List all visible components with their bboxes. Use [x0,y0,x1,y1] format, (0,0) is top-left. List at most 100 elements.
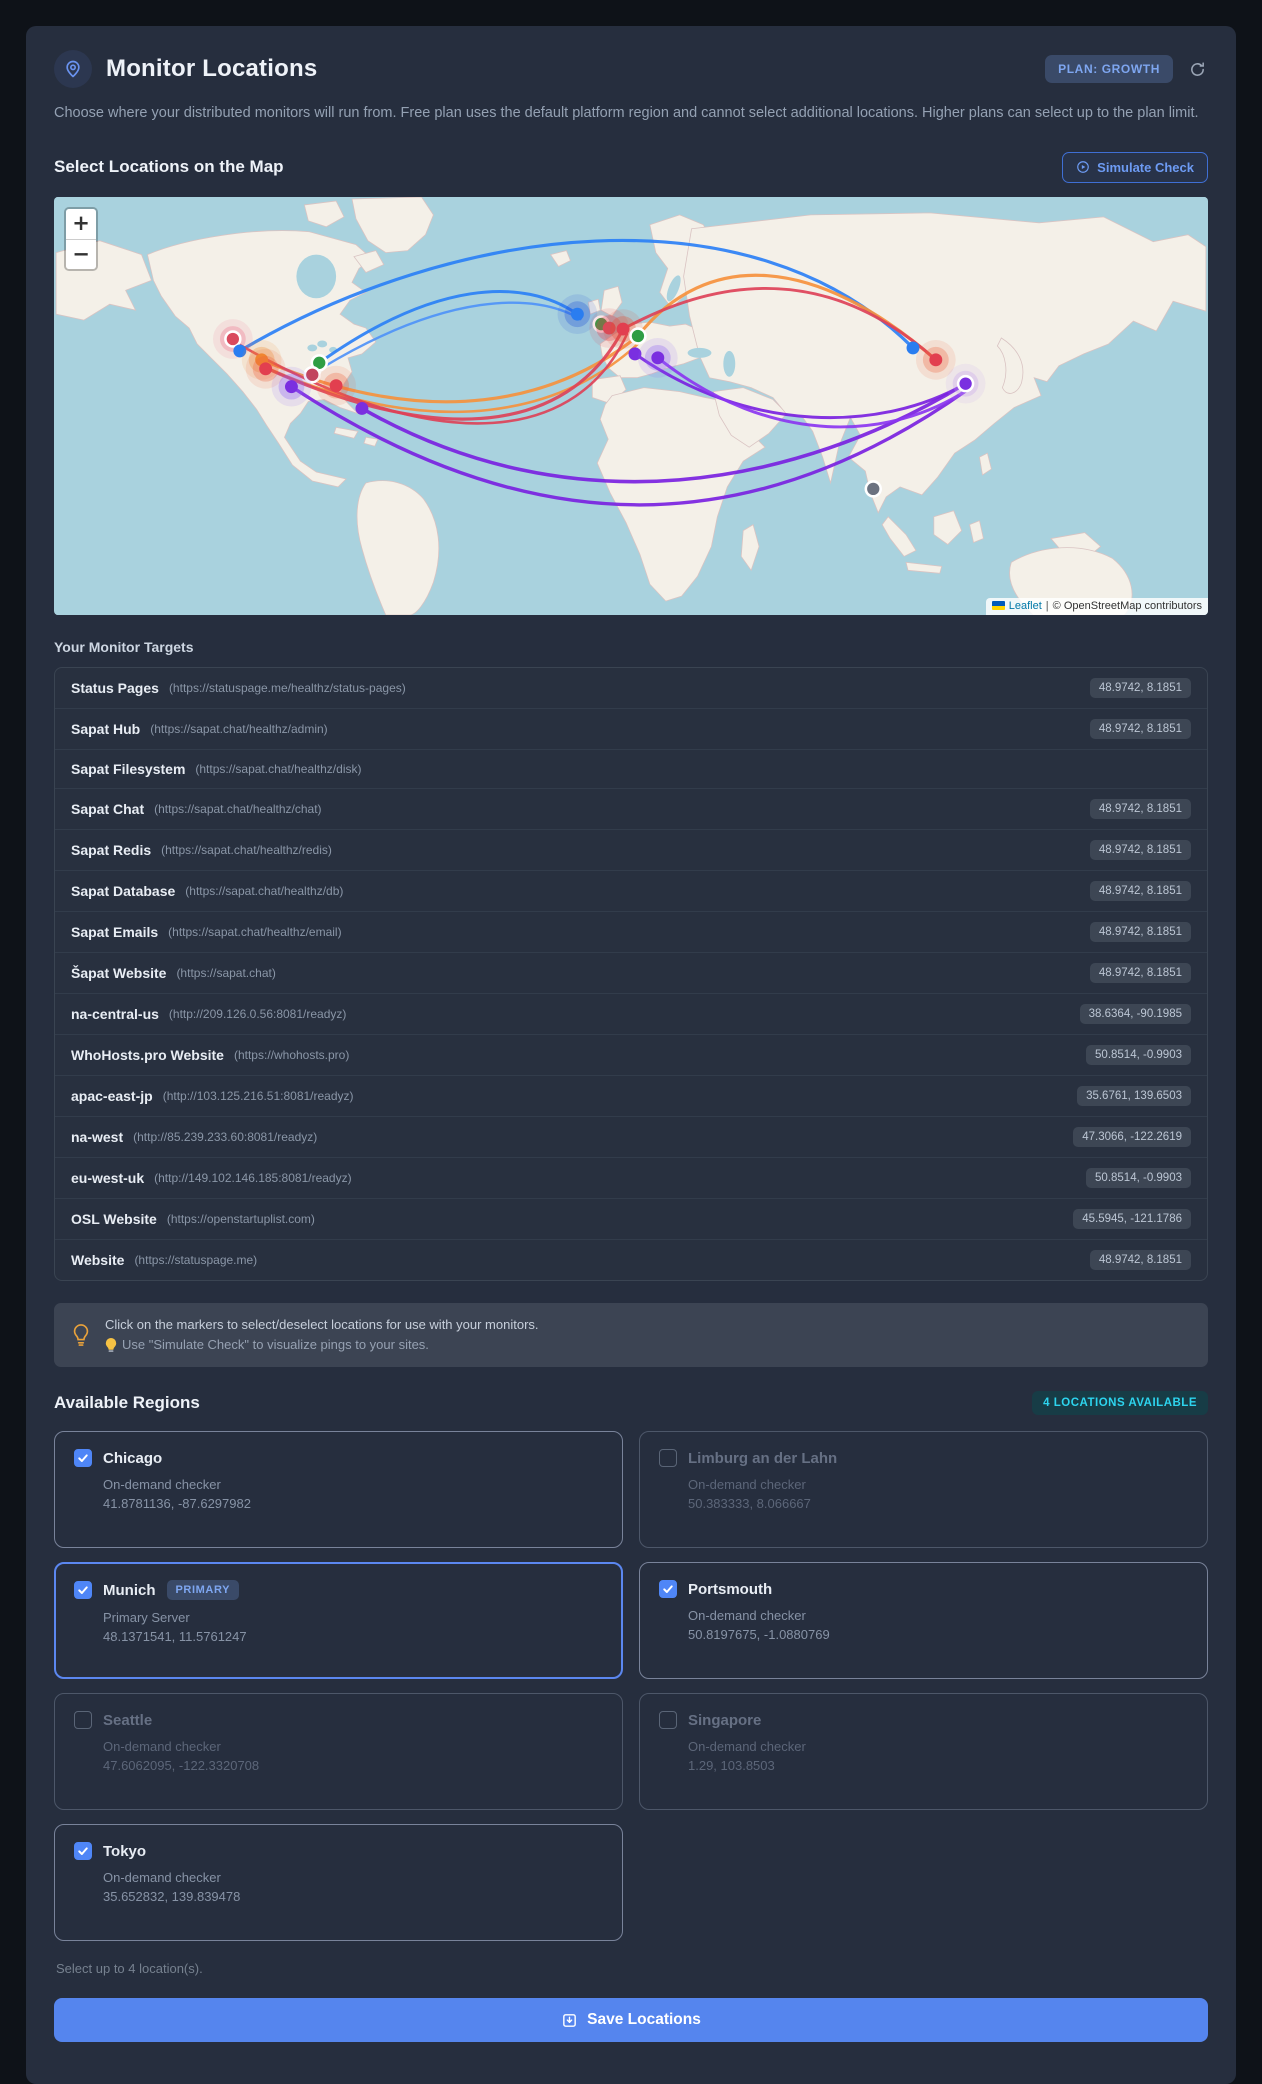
region-name: Singapore [688,1711,762,1729]
target-url: (http://209.126.0.56:8081/readyz) [168,1006,347,1021]
map-marker[interactable] [259,362,273,376]
map-marker[interactable] [570,307,584,321]
page-title: Monitor Locations [106,55,318,82]
target-url: (https://sapat.chat/healthz/disk) [195,761,362,776]
leaflet-map[interactable]: + − Leaflet | © OpenStreetMap contributo… [54,196,1208,615]
check-icon [78,1586,88,1595]
region-card[interactable]: Chicago On-demand checker 41.8781136, -8… [54,1431,623,1549]
target-coordinates-badge: 48.9742, 8.1851 [1089,880,1191,901]
region-card[interactable]: Portsmouth On-demand checker 50.8197675,… [639,1562,1208,1680]
targets-heading: Your Monitor Targets [54,638,194,655]
target-url: (https://statuspage.me) [134,1252,258,1267]
region-checkbox[interactable] [74,1842,92,1861]
region-card[interactable]: Munich PRIMARY Primary Server 48.1371541… [54,1562,623,1680]
target-coordinates-badge: 45.5945, -121.1786 [1073,1208,1191,1229]
region-card[interactable]: Limburg an der Lahn On-demand checker 50… [639,1431,1208,1549]
region-subtitle: On-demand checker [103,1477,221,1493]
map-marker[interactable] [616,322,630,336]
table-row: OSL Website (https://openstartuplist.com… [55,1197,1207,1239]
simulate-check-button[interactable]: Simulate Check [1062,151,1208,183]
region-checkbox[interactable] [659,1449,677,1468]
target-url: (https://openstartuplist.com) [166,1211,315,1226]
map-section-title: Select Locations on the Map [54,157,284,177]
monitor-targets-list: Status Pages (https://statuspage.me/heal… [54,666,1208,1281]
target-url: (https://sapat.chat/healthz/email) [168,924,342,939]
region-checkbox[interactable] [74,1711,92,1730]
locations-available-badge: 4 LOCATIONS AVAILABLE [1032,1391,1208,1416]
region-card[interactable]: Tokyo On-demand checker 35.652832, 139.8… [54,1824,623,1942]
map-pin-icon [54,50,92,88]
region-card[interactable]: Singapore On-demand checker 1.29, 103.85… [639,1693,1208,1811]
region-checkbox[interactable] [659,1711,677,1730]
primary-badge: PRIMARY [166,1580,240,1601]
region-name: Munich [103,1581,156,1599]
table-row: Šapat Website (https://sapat.chat) 48.97… [55,951,1207,993]
region-name: Tokyo [103,1842,147,1860]
save-locations-button[interactable]: Save Locations [54,1998,1208,2043]
target-name: Status Pages [71,679,159,696]
map-marker[interactable] [651,351,665,365]
region-checkbox[interactable] [659,1580,677,1599]
region-card[interactable]: Seattle On-demand checker 47.6062095, -1… [54,1693,623,1811]
target-name: Sapat Emails [71,923,159,940]
region-checkbox[interactable] [74,1581,92,1600]
target-name: WhoHosts.pro Website [71,1046,224,1063]
target-name: Sapat Filesystem [71,760,186,777]
save-icon [563,2013,577,2027]
map-marker[interactable] [224,330,242,348]
refresh-icon[interactable] [1187,59,1208,80]
target-coordinates-badge: 48.9742, 8.1851 [1089,798,1191,819]
target-name: eu-west-uk [71,1169,145,1186]
region-coordinates: 35.652832, 139.839478 [103,1889,241,1905]
map-zoom-control: + − [64,206,98,271]
target-url: (https://sapat.chat) [176,965,276,980]
world-map-svg [55,196,1207,615]
target-coordinates-badge: 48.9742, 8.1851 [1089,921,1191,942]
region-coordinates: 41.8781136, -87.6297982 [103,1496,251,1512]
map-marker[interactable] [956,374,975,393]
target-coordinates-badge: 50.8514, -0.9903 [1086,1167,1191,1188]
ukraine-flag-icon [991,601,1005,611]
region-name: Chicago [103,1449,163,1467]
map-marker[interactable] [864,480,882,498]
region-subtitle: On-demand checker [103,1739,221,1755]
map-marker[interactable] [329,379,343,393]
region-coordinates: 50.8197675, -1.0880769 [688,1627,830,1643]
table-row: Sapat Hub (https://sapat.chat/healthz/ad… [55,707,1207,749]
target-name: Sapat Redis [71,841,152,858]
target-coordinates-badge: 38.6364, -90.1985 [1079,1003,1191,1024]
target-coordinates-badge: 35.6761, 139.6503 [1077,1085,1191,1106]
region-subtitle: On-demand checker [688,1477,806,1493]
target-coordinates-badge: 48.9742, 8.1851 [1089,677,1191,698]
target-coordinates-badge: 48.9742, 8.1851 [1089,839,1191,860]
zoom-out-button[interactable]: − [66,238,96,269]
map-marker[interactable] [355,401,369,415]
zoom-in-button[interactable]: + [66,208,96,239]
map-marker[interactable] [284,380,298,394]
target-url: (https://sapat.chat/healthz/chat) [154,801,322,816]
table-row: WhoHosts.pro Website (https://whohosts.p… [55,1033,1207,1075]
target-name: Sapat Database [71,882,176,899]
play-circle-icon [1077,161,1090,174]
map-marker[interactable] [929,353,943,367]
region-checkbox[interactable] [74,1449,92,1468]
target-coordinates-badge: 48.9742, 8.1851 [1089,962,1191,983]
region-subtitle: On-demand checker [103,1870,221,1886]
region-name: Limburg an der Lahn [688,1449,838,1467]
table-row: Sapat Redis (https://sapat.chat/healthz/… [55,828,1207,870]
region-subtitle: Primary Server [103,1610,190,1626]
target-url: (https://statuspage.me/healthz/status-pa… [168,680,406,695]
target-name: Šapat Website [71,964,167,981]
map-marker[interactable] [629,327,647,345]
target-url: (https://sapat.chat/healthz/admin) [150,721,328,736]
region-grid: Chicago On-demand checker 41.8781136, -8… [54,1431,1208,1942]
page-description: Choose where your distributed monitors w… [54,105,1199,121]
table-row: na-central-us (http://209.126.0.56:8081/… [55,992,1207,1034]
target-name: apac-east-jp [71,1087,153,1104]
region-subtitle: On-demand checker [688,1739,806,1755]
target-url: (http://85.239.233.60:8081/readyz) [133,1129,318,1144]
leaflet-link[interactable]: Leaflet [1009,600,1042,612]
table-row: Sapat Chat (https://sapat.chat/healthz/c… [55,787,1207,829]
table-row: Sapat Database (https://sapat.chat/healt… [55,869,1207,911]
map-attribution: Leaflet | © OpenStreetMap contributors [985,597,1208,615]
